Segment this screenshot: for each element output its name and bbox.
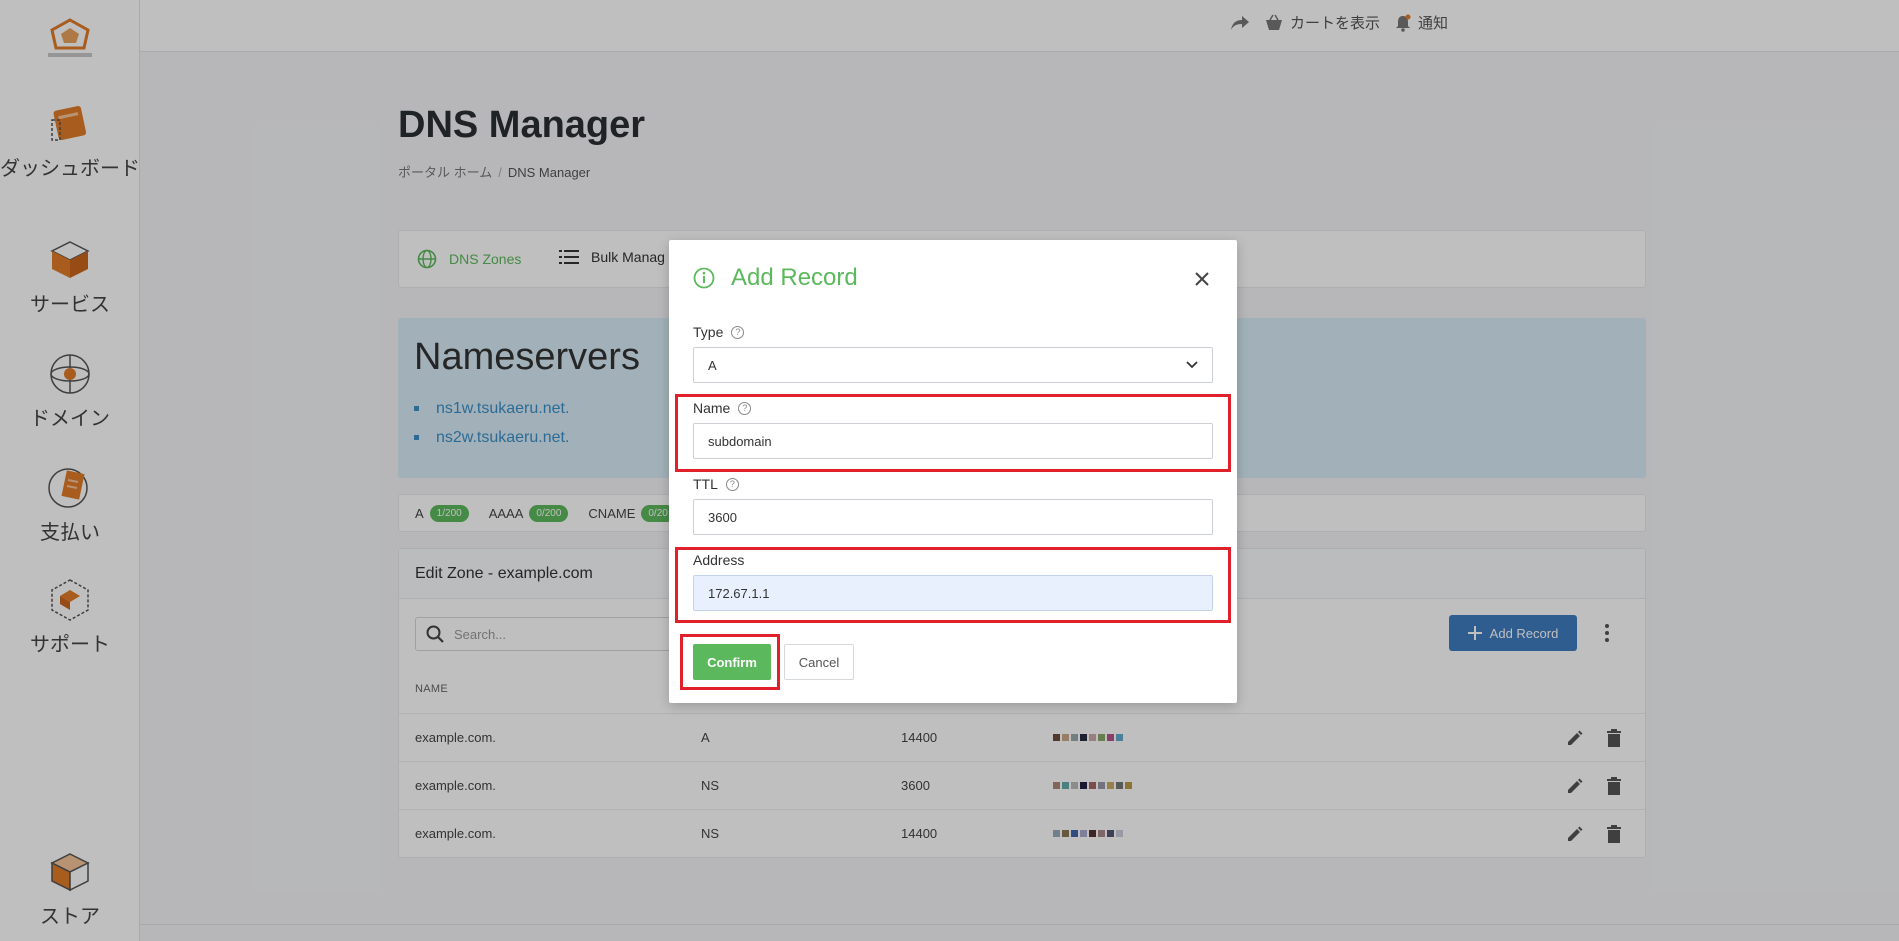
ttl-label-text: TTL	[693, 476, 718, 492]
type-select[interactable]: A	[693, 347, 1213, 383]
type-field-label: Type ?	[693, 324, 745, 340]
chevron-down-icon	[1186, 361, 1198, 369]
ttl-field-label: TTL ?	[693, 476, 739, 492]
cancel-label: Cancel	[798, 654, 840, 670]
cancel-button[interactable]: Cancel	[784, 644, 854, 680]
ttl-input-value: 3600	[708, 509, 737, 525]
type-label-text: Type	[693, 324, 724, 340]
type-select-value: A	[708, 357, 717, 373]
dialog-title-text: Add Record	[731, 264, 858, 291]
help-icon[interactable]: ?	[731, 325, 745, 339]
info-icon	[693, 267, 715, 289]
ttl-input[interactable]: 3600	[693, 499, 1213, 535]
highlight-confirm-button	[680, 634, 780, 690]
dialog-title: Add Record	[693, 264, 858, 292]
help-icon[interactable]: ?	[725, 477, 739, 491]
highlight-address-field	[675, 547, 1231, 623]
add-record-dialog: Add Record Type ? A Name ? subdomain TTL…	[669, 240, 1237, 703]
close-icon[interactable]	[1193, 270, 1211, 288]
highlight-name-field	[675, 394, 1231, 472]
